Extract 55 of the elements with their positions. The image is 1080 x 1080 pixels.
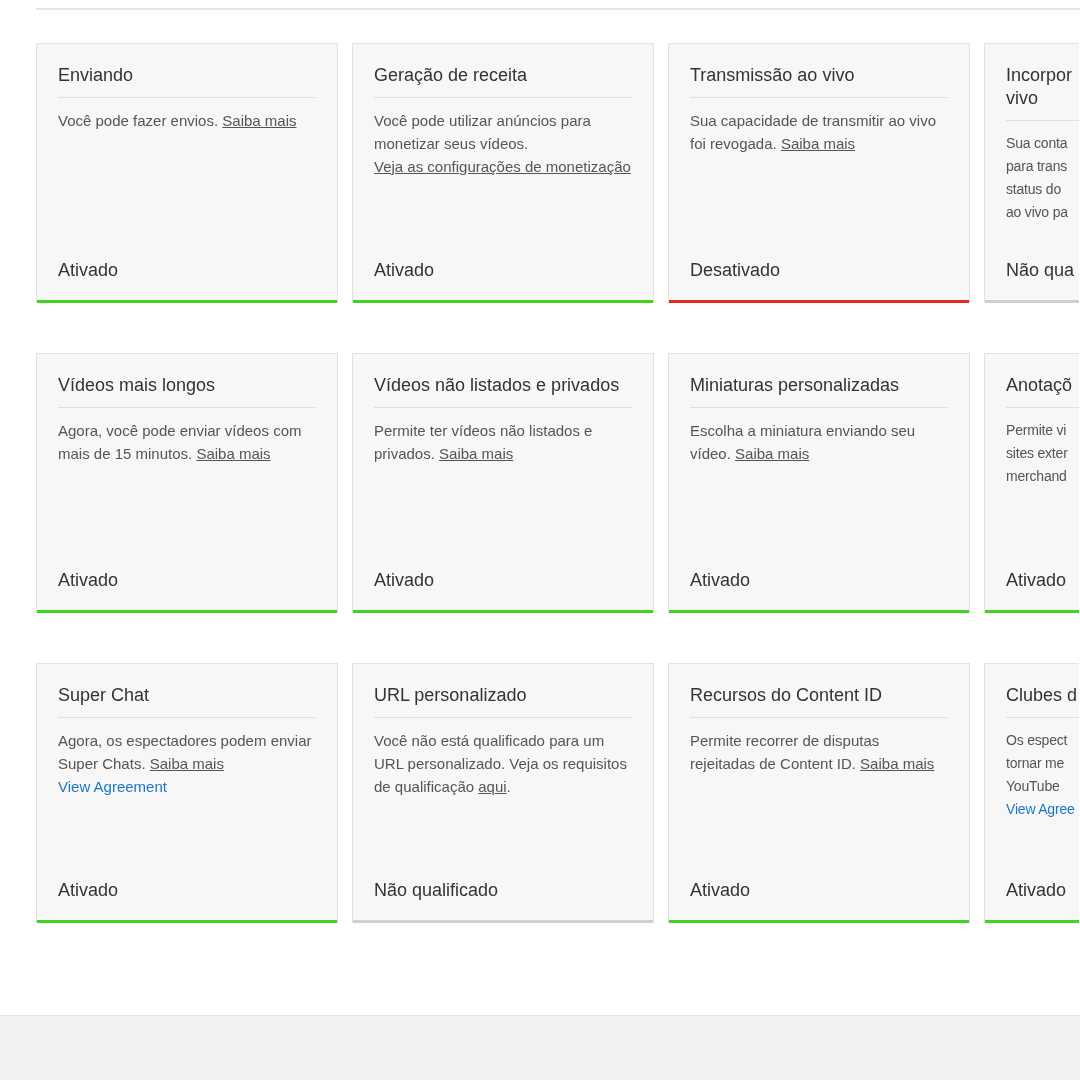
card-description: sites exter	[1006, 444, 1068, 463]
card-description: Sua capacidade de transmitir ao vivo foi revogada. Saiba mais	[690, 111, 937, 154]
status-label: Ativado	[374, 259, 435, 282]
learn-more-link[interactable]: Saiba mais	[222, 112, 297, 129]
status-label: Ativado	[690, 569, 751, 592]
card-title: Vídeos mais longos	[58, 374, 316, 408]
card-title: Enviando	[58, 64, 316, 98]
card-description: Sua conta	[1006, 134, 1068, 153]
learn-more-link[interactable]: Saiba mais	[149, 755, 224, 772]
status-label: Desativado	[690, 259, 781, 282]
card-description: Escolha a miniatura enviando seu vídeo. Saiba mais	[690, 421, 917, 464]
card-description: Agora, os espectadores podem enviar Super Chats. Saiba mais	[58, 731, 313, 774]
status-label: Ativado	[690, 879, 751, 902]
status-label: Não qua	[1006, 259, 1075, 282]
card-description: YouTube	[1006, 777, 1060, 796]
card-description: Você pode fazer envios. Saiba mais	[58, 111, 298, 131]
learn-more-link[interactable]: Saiba mais	[196, 445, 271, 462]
card-description: Permite recorrer de disputas rejeitadas de Content ID. Saiba mais	[690, 731, 936, 774]
status-label: Ativado	[58, 259, 119, 282]
card-title: vivo	[1006, 87, 1039, 110]
agreement-link[interactable]: View Agreement	[58, 775, 167, 798]
card-title: Recursos do Content ID	[690, 684, 948, 718]
card-title: Incorpor	[1006, 64, 1074, 87]
status-label: Ativado	[58, 879, 119, 902]
status-label: Ativado	[1006, 879, 1067, 902]
card-title: Geração de receita	[374, 64, 632, 98]
learn-more-link[interactable]: Saiba mais	[735, 445, 810, 462]
status-label: Ativado	[374, 569, 435, 592]
agreement-link[interactable]: View Agree	[1006, 798, 1075, 821]
learn-more-link[interactable]: Saiba mais	[860, 755, 935, 772]
card-description: Permite vi	[1006, 421, 1067, 440]
learn-more-link[interactable]: Saiba mais	[439, 445, 514, 462]
learn-more-link[interactable]: Saiba mais	[780, 135, 856, 152]
card-description: ao vivo pa	[1006, 203, 1068, 222]
status-label: Não qualificado	[374, 879, 499, 902]
card-description: tornar me	[1006, 754, 1065, 773]
card-description: Você não está qualificado para um URL personalizado. Veja os requisitos de qualificação aqui.	[374, 731, 628, 797]
card-title: Miniaturas personalizadas	[690, 374, 948, 408]
status-label: Ativado	[58, 569, 119, 592]
card-title: Clubes d	[1006, 684, 1079, 707]
learn-more-link[interactable]: Veja as configurações de monetização	[374, 158, 631, 175]
card-description: Os espect	[1006, 731, 1068, 750]
card-description: para trans	[1006, 157, 1068, 176]
card-title: Transmissão ao vivo	[690, 64, 948, 98]
card-description: status do	[1006, 180, 1061, 199]
card-title: Vídeos não listados e privados	[374, 374, 632, 408]
status-label: Ativado	[1006, 569, 1067, 592]
card-title: Super Chat	[58, 684, 316, 718]
card-description: Agora, você pode enviar vídeos com mais de 15 minutos. Saiba mais	[58, 421, 303, 464]
card-description: merchand	[1006, 467, 1067, 486]
card-title: URL personalizado	[374, 684, 632, 718]
card-title: Anotaçõ	[1006, 374, 1074, 397]
learn-more-link[interactable]: aqui	[478, 778, 507, 795]
card-description: Você pode utilizar anúncios para monetizar seus vídeos. Veja as configurações de monetização	[374, 111, 632, 177]
card-description: Permite ter vídeos não listados e privados. Saiba mais	[374, 421, 594, 464]
